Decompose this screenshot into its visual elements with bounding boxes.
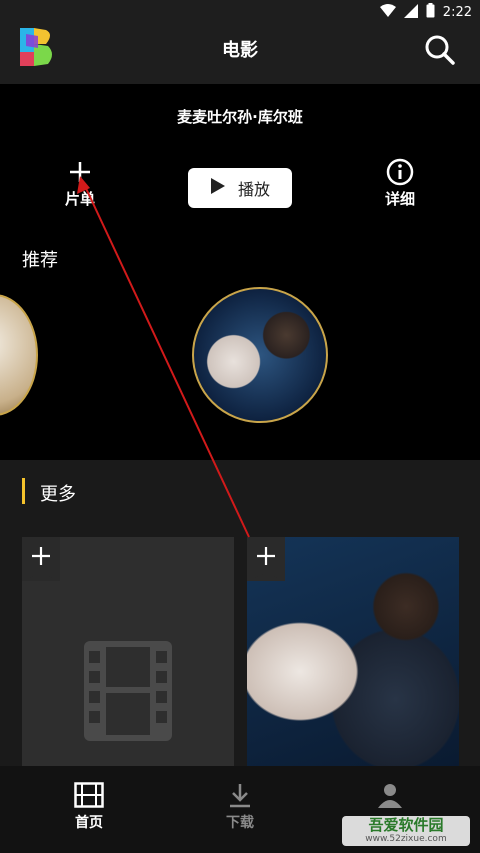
signal-icon — [403, 3, 418, 22]
tab-home[interactable]: 首页 — [39, 778, 139, 832]
watermark-url: www.52zixue.com — [365, 834, 447, 844]
info-icon — [355, 156, 445, 188]
card-add-button[interactable] — [22, 537, 60, 581]
card-add-button[interactable] — [247, 537, 285, 581]
battery-icon — [426, 3, 435, 22]
movie-card-poster[interactable] — [247, 537, 459, 769]
detail-button[interactable]: 详细 — [355, 156, 445, 209]
clock: 2:22 — [442, 5, 472, 20]
tab-home-label: 首页 — [75, 815, 103, 831]
movie-card[interactable] — [22, 537, 234, 769]
search-icon[interactable] — [424, 34, 456, 66]
wifi-icon — [379, 3, 396, 22]
recommend-thumb-current[interactable] — [192, 287, 328, 423]
tab-download[interactable]: 下载 — [190, 778, 290, 832]
film-icon — [39, 778, 139, 812]
user-icon — [340, 778, 440, 812]
section-accent-bar — [22, 478, 25, 504]
more-section-title: 更多 — [40, 484, 76, 505]
watermark-text: 吾爱软件园 — [368, 816, 444, 834]
plus-icon — [35, 156, 125, 188]
film-placeholder-icon — [84, 641, 172, 745]
play-icon — [210, 177, 226, 199]
tab-download-label: 下载 — [226, 815, 254, 831]
hero-section: 麦麦吐尔孙·库尔班 片单 播放 详细 推荐 — [0, 84, 480, 460]
watermark: 吾爱软件园 www.52zixue.com — [342, 816, 470, 846]
recommend-thumb-previous[interactable] — [0, 294, 38, 416]
add-to-list-button[interactable]: 片单 — [35, 156, 125, 209]
play-button[interactable]: 播放 — [188, 168, 292, 208]
recommend-label: 推荐 — [22, 250, 58, 271]
tab-profile[interactable] — [340, 778, 440, 812]
top-bar: 电影 — [0, 24, 480, 84]
detail-label: 详细 — [384, 190, 415, 208]
status-bar: 2:22 — [0, 0, 480, 24]
add-to-list-label: 片单 — [64, 190, 95, 208]
download-icon — [190, 778, 290, 812]
movie-title: 麦麦吐尔孙·库尔班 — [177, 108, 303, 126]
page-title: 电影 — [222, 40, 258, 61]
play-label: 播放 — [237, 180, 270, 199]
